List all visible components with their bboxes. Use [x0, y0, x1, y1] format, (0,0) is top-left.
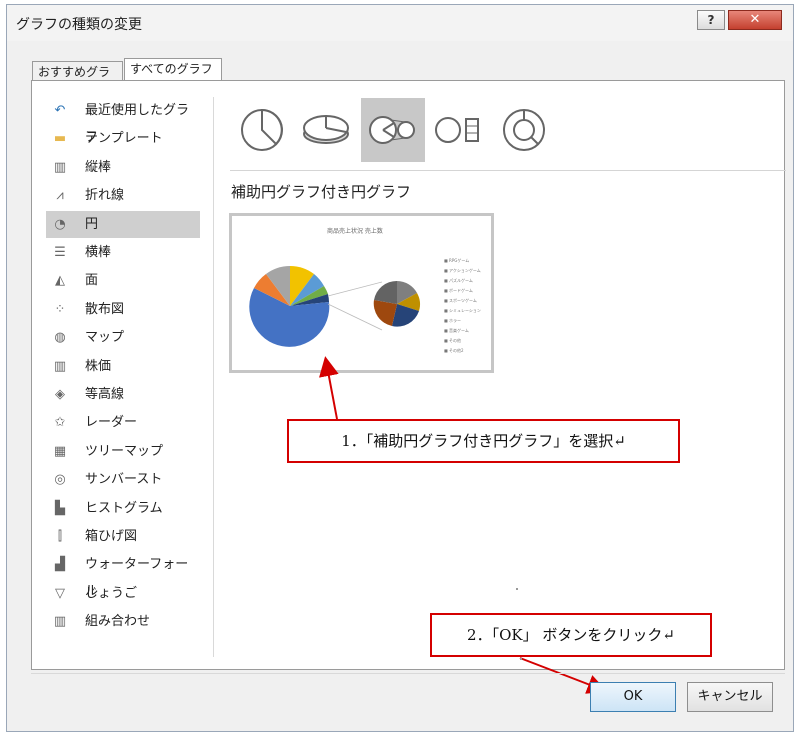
- callout-step-2: 2．「OK」 ボタンをクリック↵: [430, 613, 712, 657]
- callout-step-1: 1．「補助円グラフ付き円グラフ」を選択↵: [287, 419, 680, 463]
- speck: [516, 588, 518, 590]
- footer-separator: [31, 673, 785, 674]
- ok-button[interactable]: OK: [590, 682, 676, 712]
- speck: [520, 658, 522, 660]
- cancel-button[interactable]: キャンセル: [687, 682, 773, 712]
- arrow-to-preview: [319, 356, 339, 420]
